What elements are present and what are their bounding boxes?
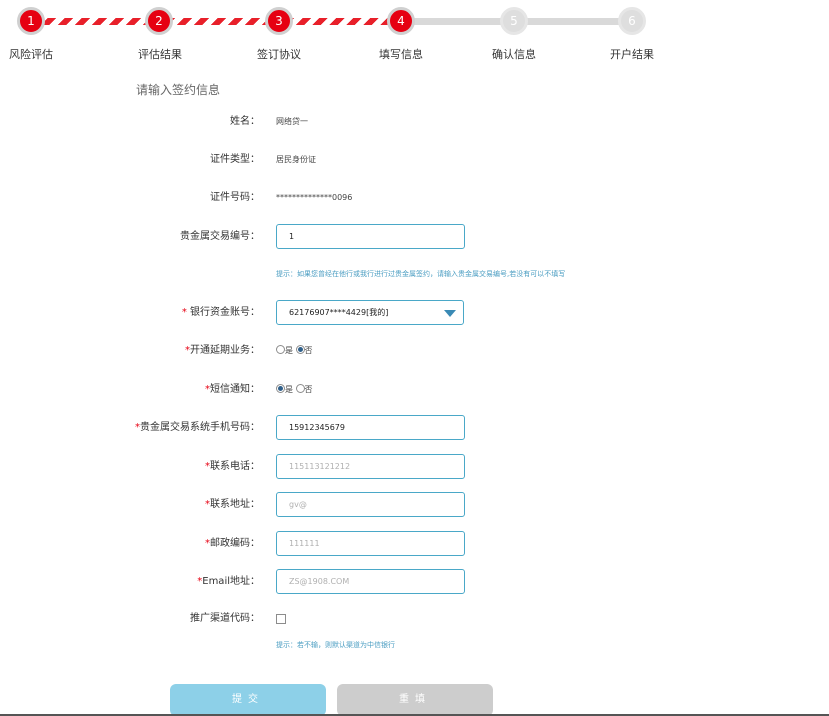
progress-steps: 1 2 3 4 5 6 风险评估 评估结果 签订协议 填写信息 确认信息 开户结… [0, 0, 829, 70]
id-number-value: **************0096 [276, 193, 353, 202]
bank-account-label-text: 银行资金账号： [190, 307, 260, 318]
postcode-input[interactable] [276, 531, 465, 556]
step-2-label: 评估结果 [138, 48, 182, 61]
deferred-yes-radio[interactable] [276, 345, 285, 354]
step-number: 5 [510, 14, 518, 28]
postcode-label: *邮政编码： [205, 531, 260, 557]
bank-account-selected: 62176907****4429[我的] [289, 308, 389, 317]
phone-input[interactable] [276, 454, 465, 479]
step-5-label: 确认信息 [492, 48, 536, 61]
id-number-row: 证件号码： **************0096 [0, 185, 829, 211]
deferred-label: *开通延期业务： [185, 338, 260, 364]
step-5-dot: 5 [500, 7, 528, 35]
sms-label: *短信通知： [205, 377, 260, 403]
email-label-text: Email地址： [202, 576, 260, 587]
mobile-row: *贵金属交易系统手机号码： [0, 415, 829, 441]
reset-button[interactable]: 重填 [337, 684, 493, 716]
mobile-label: *贵金属交易系统手机号码： [135, 415, 260, 441]
channel-label: 推广渠道代码： [190, 613, 260, 624]
sms-yes-radio[interactable] [276, 384, 285, 393]
chevron-down-icon [444, 310, 456, 317]
channel-row: 推广渠道代码： [0, 606, 829, 632]
step-number: 4 [397, 14, 405, 28]
deferred-radio-group: 是 否 [276, 338, 313, 364]
phone-row: *联系电话： [0, 454, 829, 480]
id-type-value: 居民身份证 [276, 155, 316, 164]
metal-trade-no-label: 贵金属交易编号： [180, 231, 260, 242]
email-input[interactable] [276, 569, 465, 594]
email-label: *Email地址： [197, 569, 260, 595]
metal-trade-no-hint: 提示：如果您曾经在他行或我行进行过贵金属签约，请输入贵金属交易编号,若没有可以不… [276, 270, 566, 278]
metal-trade-no-row: 贵金属交易编号： [0, 224, 829, 250]
channel-hint: 提示：若不输，则默认渠道为中信银行 [276, 641, 395, 649]
sms-radio-group: 是 否 [276, 377, 313, 403]
sms-yes-label: 是 [285, 385, 293, 394]
step-number: 6 [628, 14, 636, 28]
email-row: *Email地址： [0, 569, 829, 595]
id-type-label: 证件类型： [210, 154, 260, 165]
phone-label-text: 联系电话： [210, 461, 260, 472]
step-1-dot: 1 [17, 7, 45, 35]
step-6-label: 开户结果 [610, 48, 654, 61]
bank-account-select[interactable]: 62176907****4429[我的] [276, 300, 464, 325]
sms-no-label: 否 [304, 385, 313, 394]
sms-row: *短信通知： 是 否 [0, 377, 829, 403]
sms-label-text: 短信通知： [210, 384, 260, 395]
step-1-label: 风险评估 [9, 48, 53, 61]
step-number: 2 [155, 14, 163, 28]
step-6-dot: 6 [618, 7, 646, 35]
mobile-label-text: 贵金属交易系统手机号码： [140, 422, 260, 433]
step-number: 1 [27, 14, 35, 28]
name-label: 姓名： [230, 116, 260, 127]
step-3-dot: 3 [265, 7, 293, 35]
sms-no-radio[interactable] [295, 384, 305, 393]
step-2-dot: 2 [145, 7, 173, 35]
id-number-label: 证件号码： [210, 192, 260, 203]
postcode-label-text: 邮政编码： [210, 538, 260, 549]
name-row: 姓名： 网络贷一 [0, 109, 829, 135]
phone-label: *联系电话： [205, 454, 260, 480]
step-4-label: 填写信息 [379, 48, 423, 61]
channel-checkbox[interactable] [276, 614, 286, 624]
metal-trade-no-input[interactable] [276, 224, 465, 249]
deferred-row: *开通延期业务： 是 否 [0, 338, 829, 364]
bank-account-row: * 银行资金账号： 62176907****4429[我的] [0, 300, 829, 326]
deferred-no-label: 否 [304, 346, 313, 355]
required-mark: * [181, 307, 190, 318]
address-label-text: 联系地址： [210, 499, 260, 510]
deferred-label-text: 开通延期业务： [190, 345, 260, 356]
step-3-label: 签订协议 [257, 48, 301, 61]
address-label: *联系地址： [205, 492, 260, 518]
step-4-dot: 4 [387, 7, 415, 35]
address-row: *联系地址： [0, 492, 829, 518]
step-number: 3 [275, 14, 283, 28]
mobile-input[interactable] [276, 415, 465, 440]
id-type-row: 证件类型： 居民身份证 [0, 147, 829, 173]
address-input[interactable] [276, 492, 465, 517]
bank-account-label: * 银行资金账号： [182, 300, 260, 326]
postcode-row: *邮政编码： [0, 531, 829, 557]
deferred-no-radio[interactable] [295, 345, 305, 354]
progress-track-done [31, 18, 401, 25]
deferred-yes-label: 是 [285, 346, 293, 355]
name-value: 网络贷一 [276, 117, 308, 126]
submit-button[interactable]: 提交 [170, 684, 326, 716]
form-title: 请输入签约信息 [136, 83, 221, 97]
